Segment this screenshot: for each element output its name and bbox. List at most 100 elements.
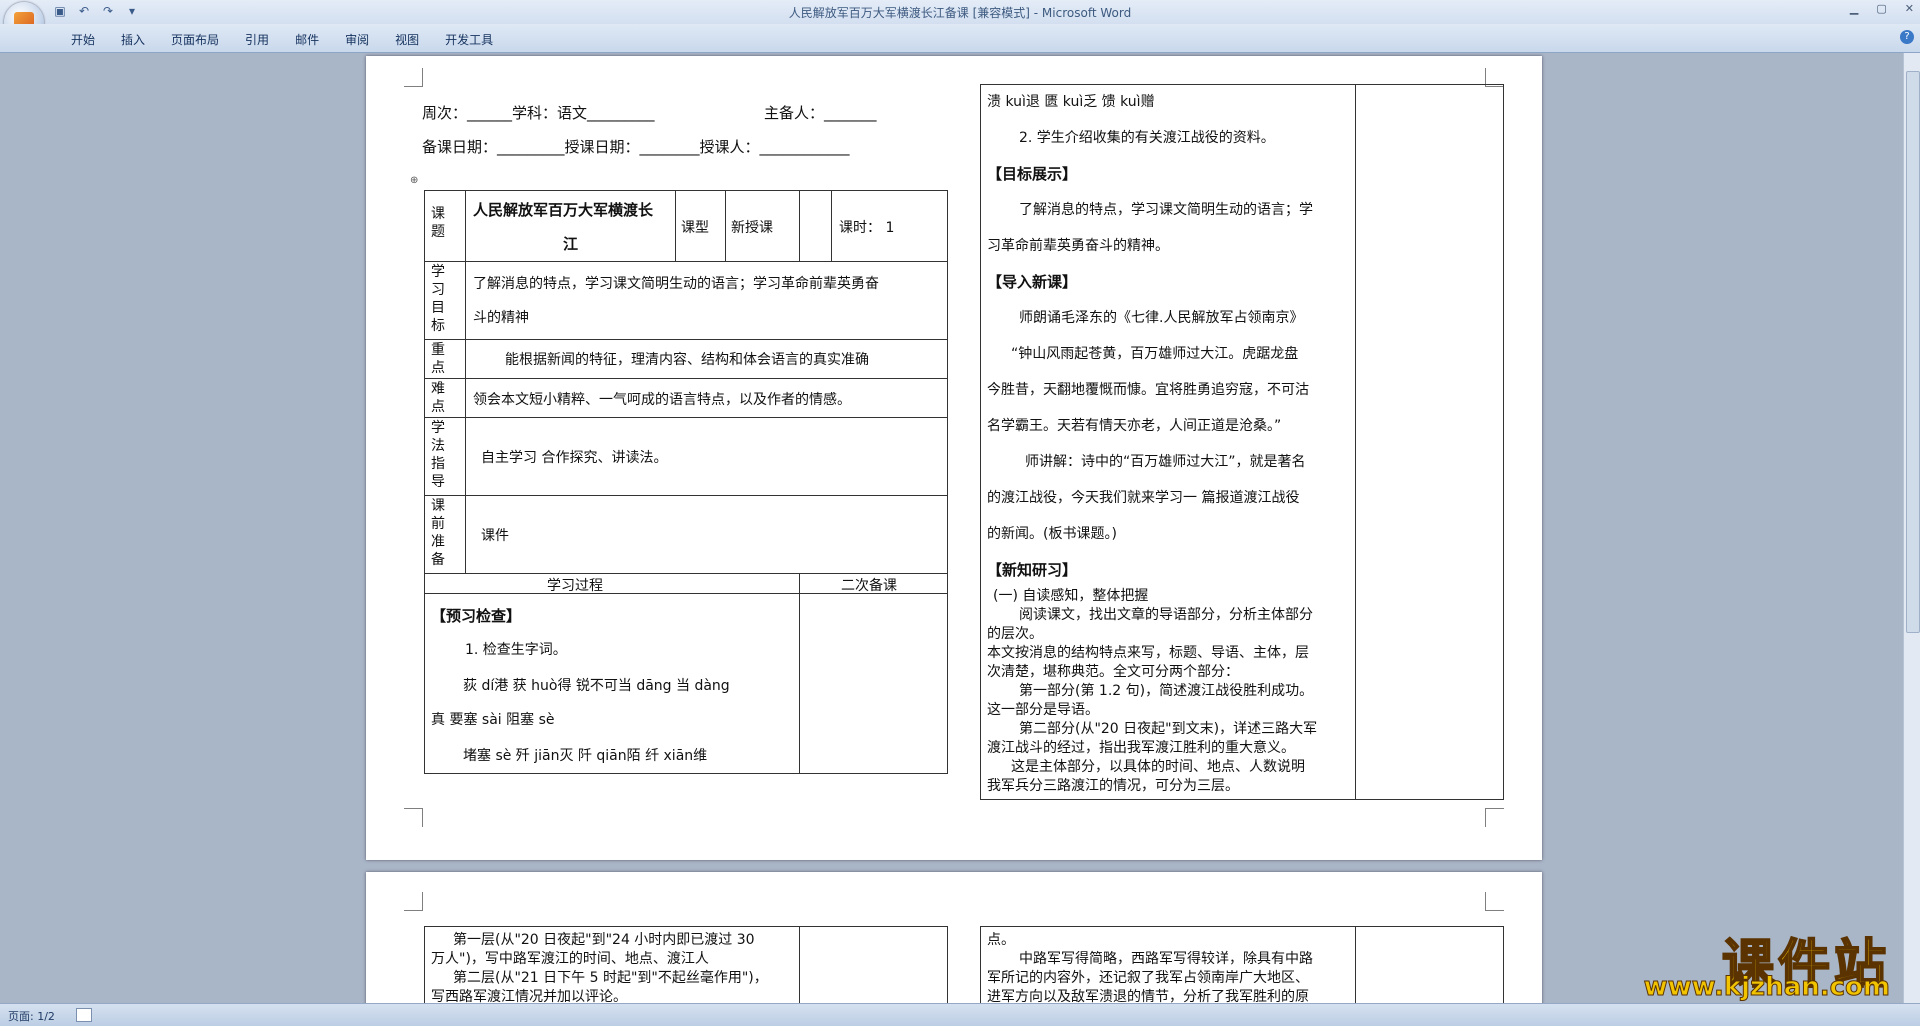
p2-left-line-2: 万人")，写中路军渡江的时间、地点、渡江人 [431,951,709,967]
ribbon-tabs: 开始 插入 页面布局 引用 邮件 审阅 视图 开发工具 [58,31,506,48]
p2-right-line-4: 进军方向以及敌军溃退的情节，分析了我军胜利的原 [987,989,1309,1003]
document-workspace: 周次：______学科：语文_________ 主备人：_______ 备课日期… [0,53,1904,1003]
tab-view[interactable]: 视图 [382,31,432,48]
margin-corner [1485,808,1504,827]
header-line-2: 备课日期：_________授课日期：________授课人：_________… [422,138,850,156]
page-count[interactable]: 页面: 1/2 [8,1008,55,1024]
label-prep: 课前准备 [431,498,445,568]
redo-icon[interactable]: ↷ [100,3,116,19]
window-title: 人民解放军百万大军横渡长江备课 [兼容模式] - Microsoft Word [788,6,1132,20]
label-difficulty: 难点 [431,381,445,415]
tab-insert[interactable]: 插入 [108,31,158,48]
new-line-11: 我军兵分三路渡江的情况，可分为三层。 [987,778,1239,794]
preview-line-2: 荻 dí港 获 huò得 锐不可当 dāng 当 dàng [463,678,730,694]
right-table: 溃 kuì退 匮 kuì乏 馈 kuì赠 2. 学生介绍收集的有关渡江战役的资料… [980,84,1504,800]
tab-review[interactable]: 审阅 [332,31,382,48]
tab-page-layout[interactable]: 页面布局 [158,31,232,48]
heading-intro: 【导入新课】 [987,273,1078,291]
preview-line-4: 堵塞 sè 歼 jiān灭 阡 qiān陌 纤 xiān维 [463,748,708,764]
minimize-icon[interactable]: ▁ [1850,2,1858,15]
table-move-handle-icon[interactable]: ⊕ [410,175,418,186]
new-line-3: 的层次。 [987,626,1043,642]
label-type: 课型 [681,220,709,236]
page-1: 周次：______学科：语文_________ 主备人：_______ 备课日期… [366,56,1542,860]
p2-right-line-3: 军所记的内容外，还记叙了我军占领南岸广大地区、 [987,970,1309,986]
intro-line-1: 师朗诵毛泽东的《七律.人民解放军占领南京》 [1019,310,1304,326]
intro-line-5: 师讲解：诗中的“百万雄师过大江”，就是著名 [1025,454,1306,470]
new-line-5: 次清楚，堪称典范。全文可分两个部分： [987,664,1239,680]
new-line-9: 渡江战斗的经过，指出我军渡江胜利的重大意义。 [987,740,1295,756]
p2-left-line-3: 第二层(从"21 日下午 5 时起"到"不起丝毫作用")， [453,970,768,986]
p2-left-line-1: 第一层(从"20 日夜起"到"24 小时内即已渡过 30 [453,932,755,948]
label-method: 学法指导 [431,420,445,490]
preview-line-3: 真 要塞 sài 阻塞 sè [431,712,555,728]
intro-line-4: 名学霸王。天若有情天亦老，人间正道是沧桑。” [987,418,1282,434]
prep-text: 课件 [481,528,509,544]
lesson-title-line-1: 人民解放军百万大军横渡长 [473,201,654,219]
method-text: 自主学习 合作探究、讲读法。 [481,450,668,466]
new-line-6: 第一部分(第 1.2 句)，简述渡江战役胜利成功。 [1019,683,1314,699]
goals-line-2: 斗的精神 [473,310,529,326]
vertical-scrollbar[interactable] [1903,53,1920,1003]
p2-right-line-2: 中路军写得简略，西路军写得较详，除具有中路 [1019,951,1313,967]
right-line-1: 溃 kuì退 匮 kuì乏 馈 kuì赠 [987,94,1155,110]
p2-left-line-4: 写西路军渡江情况并加以评论。 [431,989,627,1003]
scroll-thumb[interactable] [1906,71,1920,633]
heading-goals: 【目标展示】 [987,165,1078,183]
label-topic: 课题 [431,206,445,240]
help-icon[interactable]: ? [1900,30,1914,44]
intro-line-7: 的新闻。(板书课题。) [987,526,1117,542]
undo-icon[interactable]: ↶ [76,3,92,19]
header-line-1b: 主备人：_______ [764,104,877,122]
lesson-hours: 课时： 1 [839,220,895,236]
tab-references[interactable]: 引用 [232,31,282,48]
difficulty-text: 领会本文短小精粹、一气呵成的语言特点，以及作者的情感。 [473,392,851,408]
tab-mailings[interactable]: 邮件 [282,31,332,48]
title-bar: 人民解放军百万大军横渡长江备课 [兼容模式] - Microsoft Word … [0,0,1920,24]
margin-corner [404,892,423,911]
intro-line-2: “钟山风雨起苍黄，百万雄师过大江。虎踞龙盘 [1011,346,1299,362]
ribbon: 开始 插入 页面布局 引用 邮件 审阅 视图 开发工具 ? [0,24,1920,53]
dropdown-icon[interactable]: ▾ [124,3,140,19]
save-icon[interactable]: ▣ [52,3,68,19]
margin-corner [404,808,423,827]
new-line-4: 本文按消息的结构特点来写，标题、导语、主体，层 [987,645,1309,661]
process-header: 学习过程 [547,578,603,594]
margin-corner [404,68,423,87]
tab-developer[interactable]: 开发工具 [432,31,506,48]
page-2: 第一层(从"20 日夜起"到"24 小时内即已渡过 30 万人")，写中路军渡江… [366,872,1542,1003]
goals-text-1: 了解消息的特点，学习课文简明生动的语言；学 [1019,202,1313,218]
preview-heading: 【预习检查】 [431,607,522,625]
goals-line-1: 了解消息的特点，学习课文简明生动的语言；学习革命前辈英勇奋 [473,276,879,292]
page2-right-table: 点。 中路军写得简略，西路军写得较详，除具有中路 军所记的内容外，还记叙了我军占… [980,926,1504,1003]
right-line-2: 2. 学生介绍收集的有关渡江战役的资料。 [1019,130,1275,146]
window-controls: ▁ ▢ ✕ [1850,2,1914,15]
label-key: 重点 [431,342,445,376]
p2-right-line-1: 点。 [987,932,1015,948]
page2-left-table: 第一层(从"20 日夜起"到"24 小时内即已渡过 30 万人")，写中路军渡江… [424,926,948,1003]
margin-corner [1485,892,1504,911]
header-line-1: 周次：______学科：语文_________ [422,104,655,122]
maximize-icon[interactable]: ▢ [1876,2,1886,15]
quick-access-toolbar: ▣ ↶ ↷ ▾ [52,3,140,19]
close-icon[interactable]: ✕ [1905,2,1914,15]
intro-line-3: 今胜昔，天翻地覆慨而慷。宜将胜勇追穷寇，不可沽 [987,382,1309,398]
second-prep-header: 二次备课 [841,578,897,594]
key-text: 能根据新闻的特征，理清内容、结构和体会语言的真实准确 [505,352,869,368]
intro-line-6: 的渡江战役，今天我们就来学习一 篇报道渡江战役 [987,490,1300,506]
new-line-1: (一) 自读感知，整体把握 [993,588,1149,604]
new-line-2: 阅读课文，找出文章的导语部分，分析主体部分 [1019,607,1313,623]
watermark-url: www.kjzhan.com [1643,972,1890,1003]
new-line-10: 这是主体部分，以具体的时间、地点、人数说明 [1011,759,1305,775]
goals-text-2: 习革命前辈英勇奋斗的精神。 [987,238,1169,254]
status-bar: 页面: 1/2 [0,1003,1920,1026]
tab-home[interactable]: 开始 [58,31,108,48]
heading-new-knowledge: 【新知研习】 [987,561,1078,579]
lesson-type: 新授课 [731,220,773,236]
proofing-icon[interactable] [76,1008,92,1022]
preview-line-1: 1. 检查生字词。 [465,642,567,658]
new-line-7: 这一部分是导语。 [987,702,1099,718]
new-line-8: 第二部分(从"20 日夜起"到文末)，详述三路大军 [1019,721,1318,737]
lesson-table: 课题 人民解放军百万大军横渡长 江 课型 新授课 课时： 1 学习目标 了解消息… [424,190,948,774]
lesson-title-line-2: 江 [563,235,579,253]
